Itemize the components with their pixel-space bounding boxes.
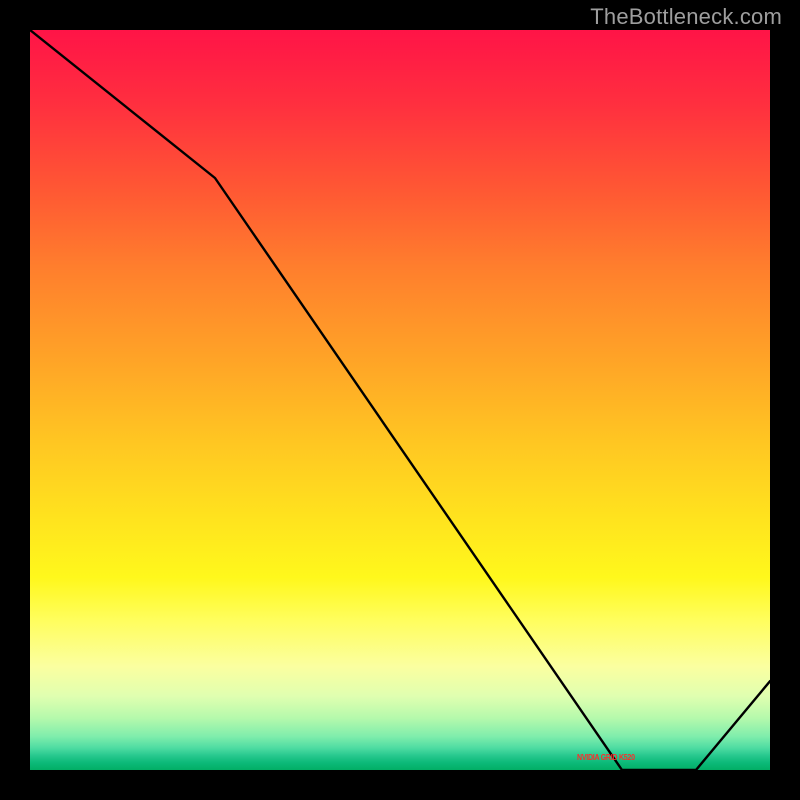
chart-frame: TheBottleneck.com NVIDIA GRID K520 <box>0 0 800 800</box>
gpu-label: NVIDIA GRID K520 <box>577 753 635 762</box>
plot-area: NVIDIA GRID K520 <box>30 30 770 770</box>
watermark-text: TheBottleneck.com <box>590 4 782 30</box>
bottleneck-curve <box>30 30 770 770</box>
